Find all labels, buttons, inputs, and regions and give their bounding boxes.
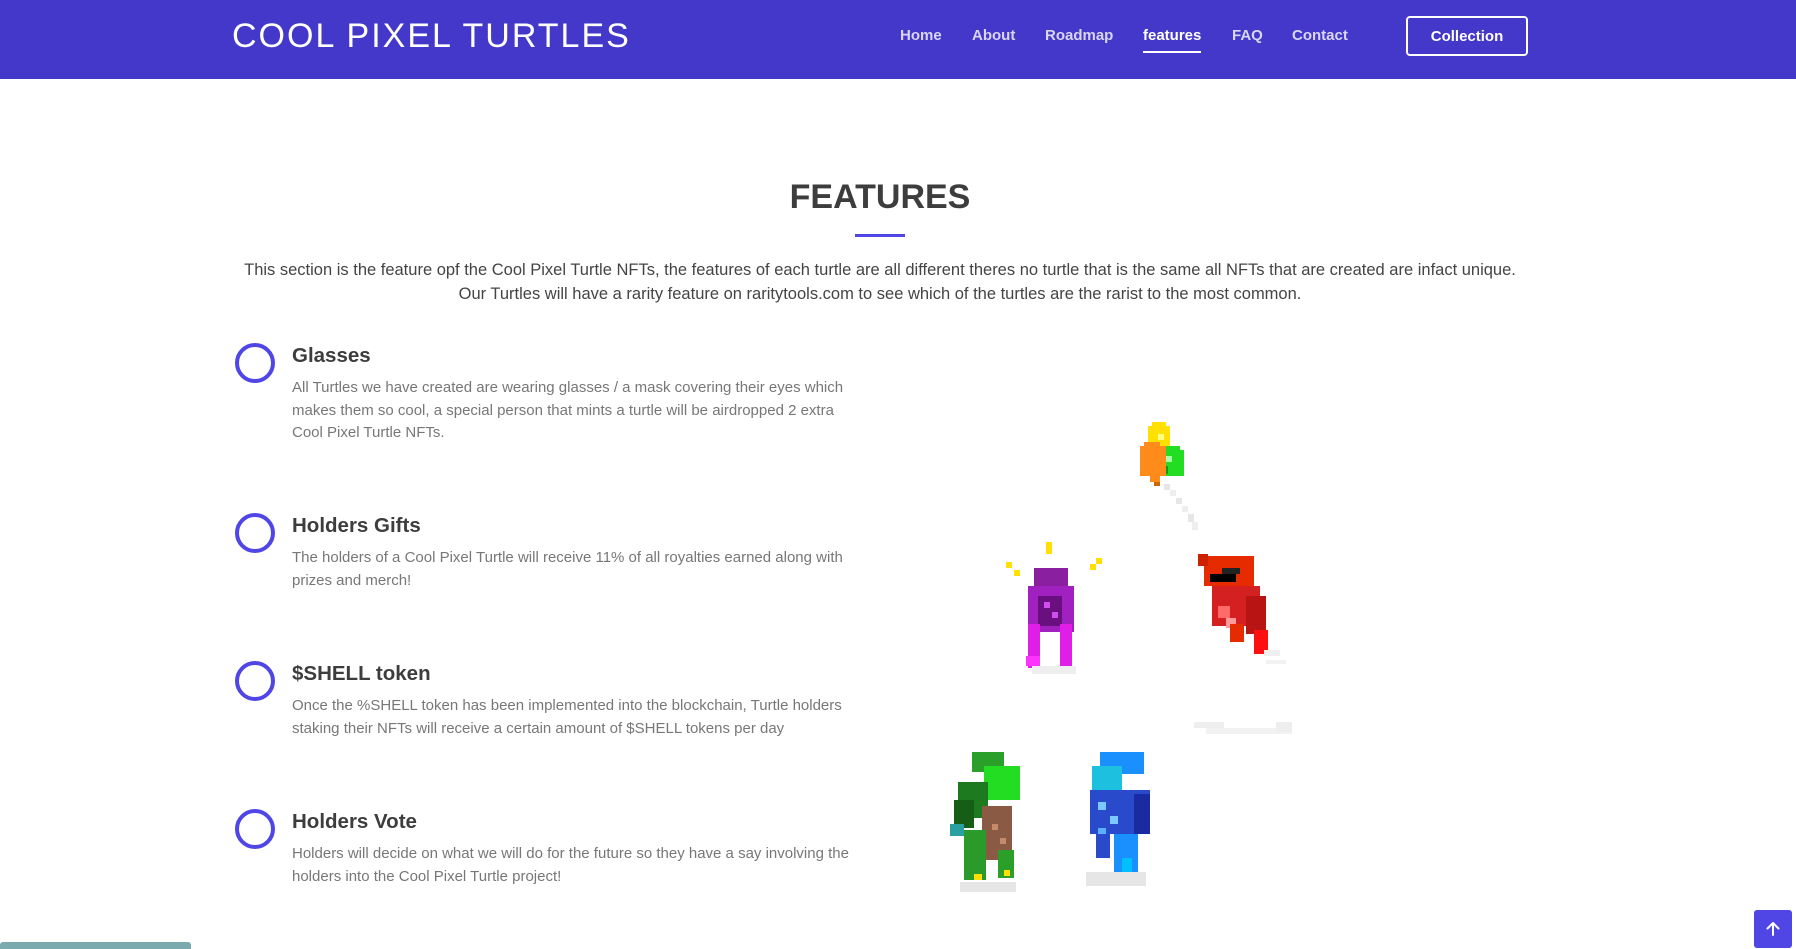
- nav-faq[interactable]: FAQ: [1232, 27, 1263, 44]
- feature-title: Holders Gifts: [292, 514, 421, 537]
- nav-contact[interactable]: Contact: [1292, 27, 1348, 44]
- green-turtle-image: [950, 752, 1020, 892]
- feature-item-holders-vote: Holders Vote Holders will decide on what…: [235, 804, 855, 894]
- site-header: COOL PIXEL TURTLES Home About Roadmap fe…: [0, 0, 1796, 79]
- nav-home[interactable]: Home: [900, 27, 942, 44]
- red-turtle-image: [1198, 554, 1286, 664]
- floating-bottom-tab[interactable]: [0, 942, 191, 949]
- section-title: FEATURES: [789, 178, 971, 216]
- feature-description: All Turtles we have created are wearing …: [292, 379, 844, 441]
- circle-ring-icon: [235, 661, 275, 701]
- back-to-top-button[interactable]: [1754, 910, 1792, 948]
- feature-title: Holders Vote: [292, 810, 417, 833]
- feature-item-holders-gifts: Holders Gifts The holders of a Cool Pixe…: [235, 508, 855, 598]
- circle-ring-icon: [235, 809, 275, 849]
- feature-description: Holders will decide on what we will do f…: [292, 845, 849, 885]
- feature-title: Glasses: [292, 344, 371, 367]
- feature-item-shell-token: $SHELL token Once the %SHELL token has b…: [235, 656, 855, 746]
- balloons-image: [1140, 422, 1198, 530]
- collection-button[interactable]: Collection: [1406, 16, 1528, 56]
- circle-ring-icon: [235, 513, 275, 553]
- feature-description: The holders of a Cool Pixel Turtle will …: [292, 549, 843, 589]
- purple-turtle-image: [1006, 542, 1102, 674]
- nav-features[interactable]: features: [1143, 27, 1202, 53]
- nav-about[interactable]: About: [972, 27, 1015, 44]
- title-underline: [855, 234, 905, 237]
- feature-item-glasses: Glasses All Turtles we have created are …: [235, 338, 855, 448]
- feature-description: Once the %SHELL token has been implement…: [292, 697, 842, 737]
- arrow-up-icon: [1766, 922, 1780, 936]
- pixel-turtles-illustration: [950, 422, 1292, 892]
- blue-turtle-image: [1086, 752, 1150, 886]
- section-intro: This section is the feature opf the Cool…: [244, 261, 1516, 303]
- circle-ring-icon: [235, 343, 275, 383]
- feature-title: $SHELL token: [292, 662, 431, 685]
- nav-roadmap[interactable]: Roadmap: [1045, 27, 1113, 44]
